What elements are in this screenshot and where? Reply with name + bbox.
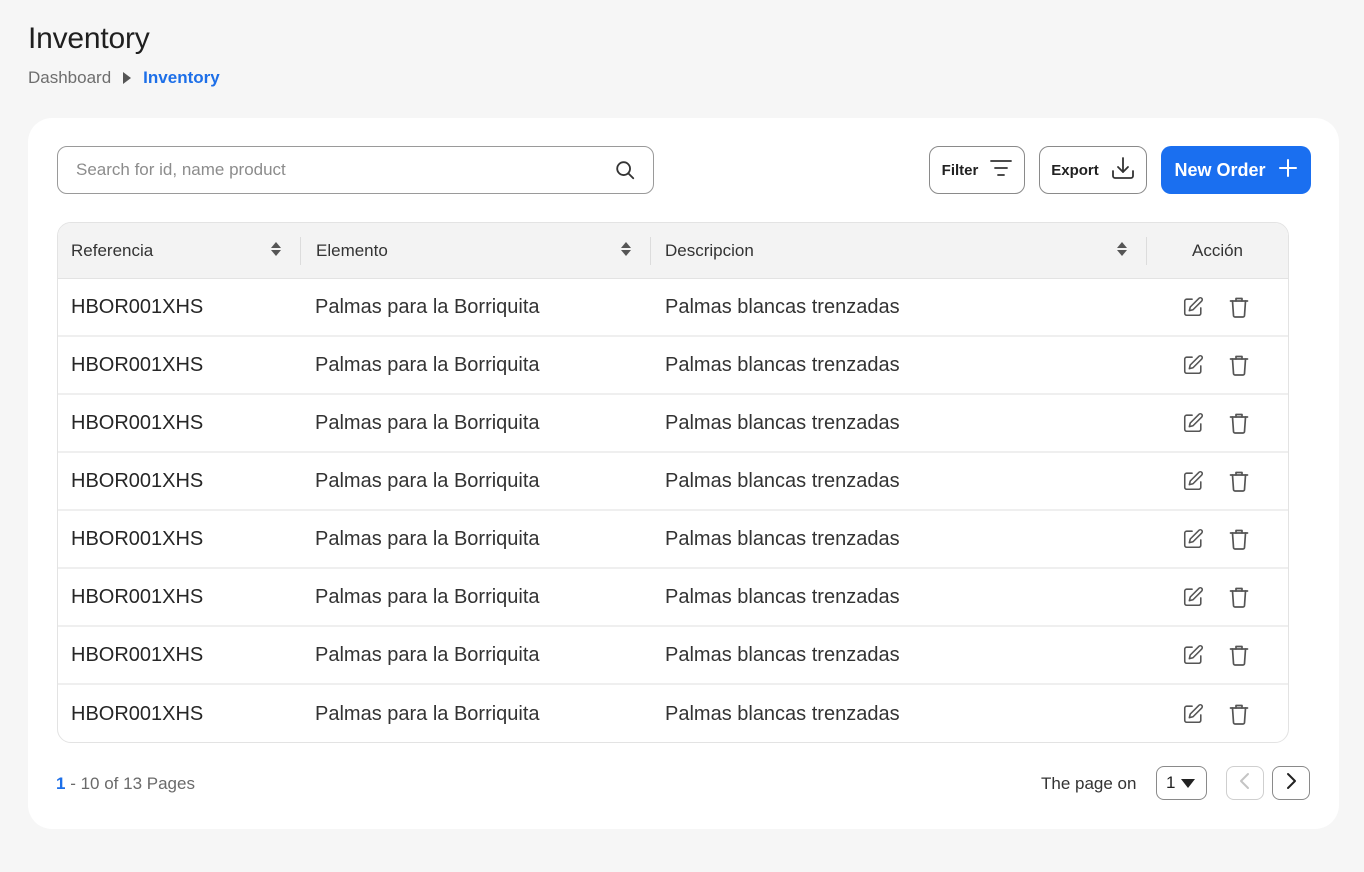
search-input[interactable] (76, 160, 613, 180)
cell-elemento: Palmas para la Borriquita (315, 353, 540, 376)
column-header-elemento[interactable]: Elemento (301, 223, 651, 278)
column-header-referencia[interactable]: Referencia (58, 223, 301, 278)
cell-referencia: HBOR001XHS (71, 702, 204, 725)
table-body: HBOR001XHS Palmas para la Borriquita Palma… (58, 279, 1288, 742)
cell-descripcion: Palmas blancas trenzadas (665, 585, 900, 608)
cell-referencia: HBOR001XHS (71, 469, 204, 492)
table-row[interactable]: HBOR001XHS Palmas para la Borriquita Palma… (58, 627, 1288, 685)
cell-accion (1147, 453, 1288, 509)
edit-icon[interactable] (1181, 585, 1205, 609)
filter-icon (990, 159, 1013, 181)
cell-elemento: Palmas para la Borriquita (315, 702, 540, 725)
trash-icon[interactable] (1227, 469, 1251, 493)
page-title: Inventory (28, 22, 150, 55)
cell-elemento: Palmas para la Borriquita (315, 469, 540, 492)
edit-icon[interactable] (1181, 411, 1205, 435)
pagination-range-text: - 10 of 13 Pages (65, 774, 195, 793)
cell-accion (1147, 685, 1288, 742)
trash-icon[interactable] (1227, 295, 1251, 319)
sort-icon[interactable] (271, 242, 281, 256)
breadcrumb-current: Inventory (143, 68, 220, 87)
table-row[interactable]: HBOR001XHS Palmas para la Borriquita Palma… (58, 279, 1288, 337)
trash-icon[interactable] (1227, 411, 1251, 435)
table-row[interactable]: HBOR001XHS Palmas para la Borriquita Palma… (58, 569, 1288, 627)
new-order-button-label: New Order (1174, 159, 1266, 180)
trash-icon[interactable] (1227, 702, 1251, 726)
edit-icon[interactable] (1181, 527, 1205, 551)
breadcrumb: Dashboard Inventory (28, 68, 220, 88)
cell-descripcion: Palmas blancas trenzadas (665, 295, 900, 318)
table-row[interactable]: HBOR001XHS Palmas para la Borriquita Palma… (58, 453, 1288, 511)
filter-button-label: Filter (941, 161, 979, 179)
edit-icon[interactable] (1181, 295, 1205, 319)
column-header-label: Referencia (71, 240, 154, 260)
column-header-accion: Acción (1147, 223, 1288, 278)
search-icon[interactable] (613, 158, 637, 182)
cell-accion (1147, 279, 1288, 335)
cell-referencia: HBOR001XHS (71, 585, 204, 608)
page-select-value: 1 (1166, 773, 1176, 792)
edit-icon[interactable] (1181, 353, 1205, 377)
table-row[interactable]: HBOR001XHS Palmas para la Borriquita Palma… (58, 337, 1288, 395)
column-header-label: Descripcion (665, 240, 754, 260)
inventory-card: Filter Export New Order Referencia Eleme… (28, 118, 1339, 829)
edit-icon[interactable] (1181, 702, 1205, 726)
filter-button[interactable]: Filter (929, 146, 1025, 194)
sort-icon[interactable] (1117, 242, 1127, 256)
edit-icon[interactable] (1181, 469, 1205, 493)
trash-icon[interactable] (1227, 353, 1251, 377)
cell-elemento: Palmas para la Borriquita (315, 643, 540, 666)
table-row[interactable]: HBOR001XHS Palmas para la Borriquita Palma… (58, 395, 1288, 453)
prev-page-button[interactable] (1226, 766, 1264, 800)
caret-down-icon (1181, 778, 1196, 788)
chevron-right-icon (1284, 771, 1298, 796)
cell-accion (1147, 627, 1288, 683)
next-page-button[interactable] (1272, 766, 1310, 800)
cell-referencia: HBOR001XHS (71, 295, 204, 318)
export-button-label: Export (1051, 161, 1099, 179)
cell-referencia: HBOR001XHS (71, 527, 204, 550)
cell-referencia: HBOR001XHS (71, 643, 204, 666)
page-on-label: The page on (1041, 774, 1137, 793)
search-box (57, 146, 654, 194)
cell-referencia: HBOR001XHS (71, 353, 204, 376)
breadcrumb-separator-icon (123, 72, 132, 84)
export-button[interactable]: Export (1039, 146, 1147, 194)
cell-elemento: Palmas para la Borriquita (315, 411, 540, 434)
edit-icon[interactable] (1181, 643, 1205, 667)
cell-referencia: HBOR001XHS (71, 411, 204, 434)
cell-accion (1147, 395, 1288, 451)
chevron-left-icon (1238, 771, 1252, 796)
cell-descripcion: Palmas blancas trenzadas (665, 353, 900, 376)
new-order-button[interactable]: New Order (1161, 146, 1311, 194)
cell-elemento: Palmas para la Borriquita (315, 527, 540, 550)
breadcrumb-dashboard-link[interactable]: Dashboard (28, 68, 111, 88)
trash-icon[interactable] (1227, 643, 1251, 667)
cell-descripcion: Palmas blancas trenzadas (665, 643, 900, 666)
column-header-label: Acción (1191, 240, 1244, 260)
inventory-table: Referencia Elemento Descripcion Acción H… (57, 222, 1289, 743)
column-header-label: Elemento (316, 240, 388, 260)
cell-descripcion: Palmas blancas trenzadas (665, 702, 900, 725)
table-row[interactable]: HBOR001XHS Palmas para la Borriquita Palma… (58, 685, 1288, 742)
table-row[interactable]: HBOR001XHS Palmas para la Borriquita Palma… (58, 511, 1288, 569)
cell-descripcion: Palmas blancas trenzadas (665, 411, 900, 434)
pagination-range: 1 - 10 of 13 Pages (56, 774, 195, 794)
sort-icon[interactable] (621, 242, 631, 256)
cell-accion (1147, 337, 1288, 393)
cell-elemento: Palmas para la Borriquita (315, 585, 540, 608)
trash-icon[interactable] (1227, 585, 1251, 609)
cell-descripcion: Palmas blancas trenzadas (665, 469, 900, 492)
download-icon (1111, 156, 1135, 184)
cell-accion (1147, 511, 1288, 567)
table-header: Referencia Elemento Descripcion Acción (58, 223, 1288, 279)
plus-icon (1278, 158, 1298, 183)
cell-descripcion: Palmas blancas trenzadas (665, 527, 900, 550)
column-header-descripcion[interactable]: Descripcion (651, 223, 1147, 278)
trash-icon[interactable] (1227, 527, 1251, 551)
cell-elemento: Palmas para la Borriquita (315, 295, 540, 318)
cell-accion (1147, 569, 1288, 625)
page-select[interactable]: 1 (1156, 766, 1207, 800)
